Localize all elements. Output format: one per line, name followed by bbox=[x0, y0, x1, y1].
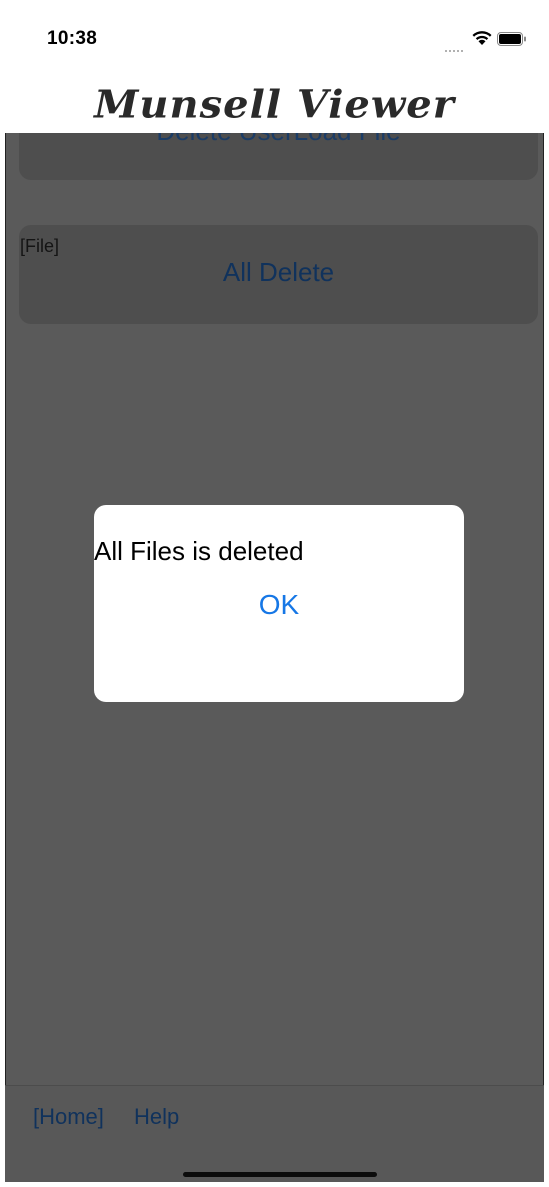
help-link[interactable]: Help bbox=[134, 1104, 179, 1130]
alert-message: All Files is deleted bbox=[94, 536, 304, 566]
app-title: Munsell Viewer bbox=[94, 82, 455, 127]
alert-dialog: All Files is deleted OK bbox=[94, 505, 464, 702]
app-header: Munsell Viewer bbox=[5, 77, 544, 133]
file-section-label: [File] bbox=[20, 236, 60, 256]
wifi-icon bbox=[472, 31, 492, 45]
bottom-toolbar: [Home] Help bbox=[5, 1085, 544, 1182]
cellular-signal-icon bbox=[445, 39, 469, 52]
app-screen: Delete UserLoad File [File] All Delete 1… bbox=[5, 5, 544, 1182]
home-indicator[interactable] bbox=[183, 1172, 377, 1177]
file-card: [File] All Delete bbox=[19, 225, 538, 324]
status-bar: 10:38 bbox=[5, 5, 544, 77]
home-link[interactable]: [Home] bbox=[33, 1104, 104, 1130]
ok-button[interactable]: OK bbox=[94, 589, 464, 621]
all-delete-button[interactable]: All Delete bbox=[19, 257, 538, 288]
status-time: 10:38 bbox=[47, 28, 98, 49]
battery-icon bbox=[497, 32, 526, 46]
